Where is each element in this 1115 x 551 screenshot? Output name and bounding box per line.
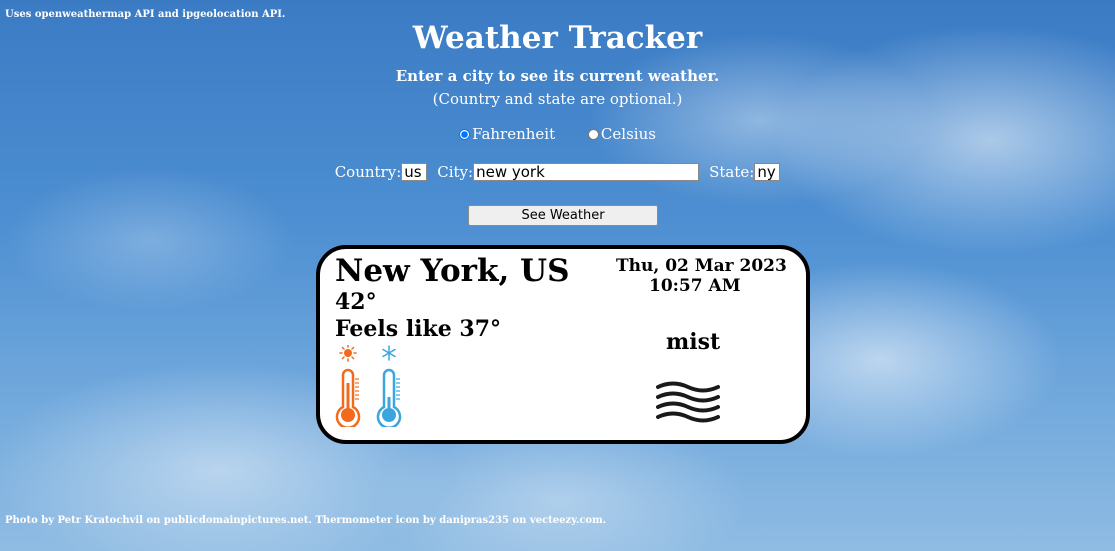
photo-credit: Photo by Petr Kratochvil on publicdomain…: [5, 515, 607, 526]
city-input[interactable]: [473, 163, 700, 181]
page-title: Weather Tracker: [412, 20, 703, 56]
hot-thermometer-icon: [335, 345, 361, 427]
api-credit: Uses openweathermap API and ipgeolocatio…: [5, 9, 286, 20]
country-label: Country:: [334, 163, 402, 181]
mist-icon: [656, 381, 720, 423]
location-form: Country: City: State:: [0, 163, 1115, 181]
temperature: 42°: [335, 289, 377, 315]
fahrenheit-option[interactable]: Fahrenheit: [459, 125, 560, 143]
see-weather-button[interactable]: See Weather: [468, 205, 658, 226]
state-input[interactable]: [754, 163, 781, 181]
fahrenheit-label: Fahrenheit: [472, 125, 556, 143]
state-label: State:: [709, 163, 755, 181]
weather-card: New York, US 42° Feels like 37° Thu, 02 …: [316, 245, 810, 444]
celsius-option[interactable]: Celsius: [587, 125, 656, 143]
weather-description: mist: [666, 329, 721, 355]
unit-selector: Fahrenheit Celsius: [0, 125, 1115, 143]
city-label: City:: [437, 163, 474, 181]
fahrenheit-radio[interactable]: [459, 129, 471, 140]
instructions: Enter a city to see its current weather.: [395, 67, 720, 85]
country-input[interactable]: [401, 163, 428, 181]
cold-thermometer-icon: [376, 345, 402, 427]
celsius-radio[interactable]: [587, 129, 599, 140]
celsius-label: Celsius: [600, 125, 656, 143]
date: Thu, 02 Mar 2023: [616, 256, 787, 276]
time: 10:57 AM: [649, 276, 741, 296]
location-name: New York, US: [335, 253, 570, 289]
optional-note: (Country and state are optional.): [432, 90, 683, 108]
feels-like: Feels like 37°: [335, 316, 502, 342]
